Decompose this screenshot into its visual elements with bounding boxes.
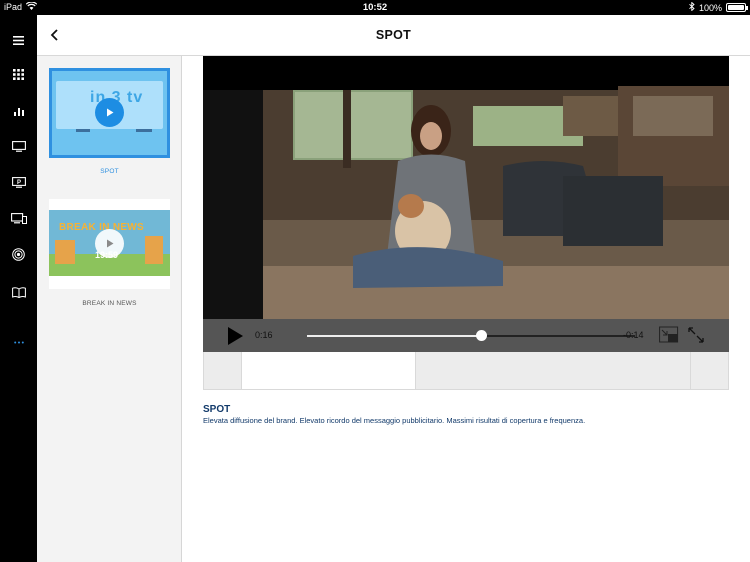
parking-sign-icon[interactable]: P (9, 173, 28, 192)
radio-icon[interactable] (9, 245, 28, 264)
picture-in-picture-button[interactable] (659, 326, 679, 344)
menu-icon[interactable] (9, 31, 28, 50)
clock: 10:52 (362, 2, 388, 13)
nav-bar: SPOT (37, 15, 750, 56)
tab-left[interactable] (204, 352, 242, 389)
play-button[interactable] (225, 326, 245, 346)
tab-active[interactable] (242, 352, 416, 389)
tv-icon[interactable] (9, 137, 28, 156)
grid-icon[interactable] (9, 65, 28, 84)
video-frame (203, 56, 729, 352)
player-controls: 0:16 -0:14 (203, 319, 729, 352)
video-caption-break-in-news[interactable]: BREAK IN NEWS (37, 300, 182, 307)
svg-text:P: P (17, 180, 21, 186)
bar-chart-icon[interactable] (9, 101, 28, 120)
side-rail: P (0, 15, 37, 562)
more-icon[interactable] (9, 333, 28, 352)
battery-percent: 100% (698, 2, 722, 13)
expand-icon (688, 327, 704, 343)
seek-handle[interactable] (475, 330, 487, 341)
play-icon (228, 327, 243, 345)
video-caption-spot[interactable]: SPOT (37, 168, 182, 175)
video-thumb-spot[interactable]: in 3 tv (49, 68, 170, 158)
seek-bar-progress (307, 335, 481, 337)
tab-middle[interactable] (416, 352, 691, 389)
picture-in-picture-icon (659, 326, 679, 343)
bluetooth-icon (689, 1, 695, 13)
video-player[interactable] (203, 56, 729, 352)
play-icon[interactable] (95, 229, 124, 258)
tab-right[interactable] (691, 352, 728, 389)
content-area: 0:16 -0:14 SPOT Elevata diffusione del b… (182, 56, 750, 562)
devices-icon[interactable] (9, 209, 28, 228)
book-icon[interactable] (9, 283, 28, 302)
video-thumb-break-in-news[interactable]: BREAK IN NEWS 19:59 (49, 199, 170, 289)
play-icon[interactable] (95, 98, 124, 127)
seek-bar[interactable] (307, 330, 635, 341)
fullscreen-button[interactable] (687, 326, 705, 344)
elapsed-time: 0:16 (255, 330, 273, 340)
remaining-time: -0:14 (623, 330, 644, 340)
battery-icon (726, 3, 748, 12)
page-title: SPOT (375, 28, 412, 42)
description-text: Elevata diffusione del brand. Elevato ri… (203, 416, 586, 425)
video-list: in 3 tv SPOT BREAK IN NEWS 19:59 BREAK I… (37, 56, 182, 562)
segment-tabs (203, 352, 729, 390)
status-bar: iPad 10:52 100% (0, 0, 750, 15)
description-title: SPOT (203, 404, 231, 415)
